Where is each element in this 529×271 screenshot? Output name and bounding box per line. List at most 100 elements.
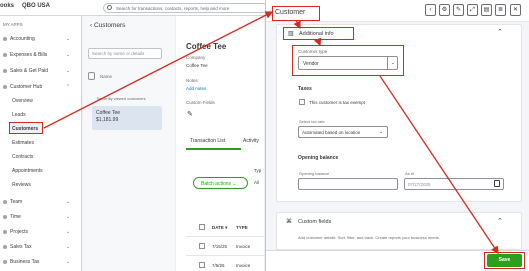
add-notes-link[interactable]: Add notes bbox=[186, 86, 206, 91]
sidebar-item-accounting[interactable]: Accounting ⌄ bbox=[0, 33, 82, 45]
opening-balance-heading: Opening balance bbox=[298, 155, 339, 161]
sort-label[interactable]: Name bbox=[100, 74, 112, 79]
custom-fields-icon: ⌘ bbox=[286, 219, 292, 225]
sidebar-subitem-estimates[interactable]: Estimates bbox=[12, 140, 34, 146]
chevron-up-icon: ⌃ bbox=[66, 84, 71, 90]
customer-name-heading: Coffee Tee bbox=[186, 42, 227, 51]
chevron-down-icon: ⌄ bbox=[66, 259, 71, 265]
tab-transaction-list[interactable]: Transaction List bbox=[190, 138, 225, 144]
taxes-heading: Taxes bbox=[298, 86, 312, 92]
select-all-checkbox[interactable] bbox=[199, 224, 205, 230]
tab-activity[interactable]: Activity bbox=[243, 138, 259, 144]
notes-label: Notes bbox=[186, 78, 198, 83]
chevron-down-icon[interactable]: ⌄ bbox=[387, 56, 398, 70]
document-icon: ▥ bbox=[288, 31, 294, 37]
sidebar-item-sales-tax[interactable]: Sales Tax ⌄ bbox=[0, 241, 82, 253]
projects-icon bbox=[3, 230, 7, 234]
sidebar-subitem-customers[interactable]: Customers bbox=[12, 126, 38, 132]
edit-icon[interactable]: ✎ bbox=[453, 4, 464, 16]
team-icon bbox=[3, 200, 7, 204]
chevron-down-icon: ⌄ bbox=[66, 52, 71, 58]
row-date: 7/15/25 bbox=[212, 244, 228, 249]
notes-icon[interactable]: ≣ bbox=[495, 4, 506, 16]
customer-hub-icon bbox=[3, 85, 7, 89]
customer-type-select[interactable]: Vendor bbox=[298, 56, 398, 70]
custom-fields-section bbox=[276, 212, 522, 250]
chevron-down-icon: ⌄ bbox=[66, 244, 71, 250]
expenses-icon bbox=[3, 53, 7, 57]
tax-exempt-label: This customer is tax exempt bbox=[309, 100, 366, 105]
brand-logo: ooks bbox=[0, 3, 15, 9]
search-icon bbox=[107, 5, 112, 10]
type-filter-label[interactable]: Typ bbox=[254, 168, 261, 173]
recent-customers-label: Recently viewed customers bbox=[97, 96, 146, 101]
global-search-input[interactable]: Search for transactions, contacts, repor… bbox=[103, 3, 268, 13]
settings-icon[interactable]: ⚙ bbox=[439, 4, 450, 16]
row-type: Invoice bbox=[236, 244, 251, 249]
company-label: Company bbox=[186, 55, 206, 60]
row-checkbox[interactable] bbox=[199, 262, 205, 268]
chevron-up-icon[interactable]: ⌃ bbox=[497, 28, 503, 36]
as-of-label: As of bbox=[405, 171, 415, 176]
tax-rate-select[interactable]: Automated based on location bbox=[298, 126, 388, 138]
drawer-title-highlight bbox=[272, 6, 320, 21]
sort-icon[interactable] bbox=[88, 72, 95, 80]
business-tax-icon bbox=[3, 260, 7, 264]
back-icon[interactable]: ‹ bbox=[425, 4, 436, 16]
sidebar-item-expenses[interactable]: Expenses & Bills ⌄ bbox=[0, 49, 82, 61]
back-to-customers-link[interactable]: ‹ Customers bbox=[90, 22, 125, 29]
sidebar-subitem-leads[interactable]: Leads bbox=[12, 112, 26, 118]
row-checkbox[interactable] bbox=[199, 243, 205, 249]
company-value: Coffee Tee bbox=[186, 63, 208, 68]
customer-search-input[interactable]: Search by name or details bbox=[88, 48, 162, 59]
tax-exempt-checkbox[interactable] bbox=[299, 99, 305, 105]
chevron-up-icon[interactable]: ⌃ bbox=[497, 217, 503, 225]
expand-icon[interactable]: ⤢ bbox=[467, 4, 478, 16]
sidebar-item-customer-hub[interactable]: Customer Hub ⌃ bbox=[0, 81, 82, 93]
chevron-down-icon[interactable]: ⌄ bbox=[379, 129, 383, 135]
date-column-header[interactable]: DATE ▾ bbox=[212, 225, 227, 231]
sidebar-subitem-appointments[interactable]: Appointments bbox=[12, 168, 43, 174]
document-icon[interactable]: ▤ bbox=[481, 4, 492, 16]
chevron-down-icon: ⌄ bbox=[66, 214, 71, 220]
sidebar-item-business-tax[interactable]: Business Tax ⌄ bbox=[0, 256, 82, 268]
type-column-header[interactable]: TYPE bbox=[236, 225, 248, 230]
sidebar-subitem-contracts[interactable]: Contracts bbox=[12, 154, 33, 160]
row-divider bbox=[186, 236, 264, 237]
batch-actions-button[interactable]: Batch actions ⌄ bbox=[193, 177, 248, 189]
custom-fields-label: Custom Fields bbox=[186, 100, 215, 105]
row-divider bbox=[186, 255, 264, 256]
sidebar-subitem-overview[interactable]: Overview bbox=[12, 98, 33, 104]
type-filter-value[interactable]: All bbox=[254, 180, 259, 185]
company-name[interactable]: QBO USA bbox=[22, 3, 50, 9]
sidebar-subitem-reviews[interactable]: Reviews bbox=[12, 182, 31, 188]
customer-type-label: Customer type bbox=[298, 49, 328, 54]
save-button[interactable]: Save bbox=[487, 254, 522, 267]
chevron-down-icon: ⌄ bbox=[66, 229, 71, 235]
active-tab-indicator bbox=[186, 148, 241, 150]
tax-rate-label: Select tax rate bbox=[299, 119, 325, 124]
opening-balance-label: Opening balance bbox=[299, 171, 330, 176]
app-window: ooks QBO USA Search for transactions, co… bbox=[0, 0, 529, 271]
my-apps-label: MY APPS bbox=[3, 22, 23, 27]
sales-icon bbox=[3, 69, 7, 73]
recent-customer-balance: $1,181.99 bbox=[96, 117, 119, 123]
time-icon bbox=[3, 215, 7, 219]
chevron-down-icon: ⌄ bbox=[66, 199, 71, 205]
as-of-date-input[interactable]: 07/27/2025 bbox=[404, 178, 504, 190]
opening-balance-input[interactable] bbox=[298, 178, 398, 190]
sidebar-item-sales[interactable]: Sales & Get Paid ⌄ bbox=[0, 65, 82, 77]
recent-customer-name: Coffee Tee bbox=[96, 110, 121, 116]
sidebar-item-projects[interactable]: Projects ⌄ bbox=[0, 226, 82, 238]
row-date: 7/5/25 bbox=[212, 263, 225, 268]
custom-fields-description: Add customer details. Sort, filter, and … bbox=[298, 235, 440, 240]
sidebar-item-team[interactable]: Team ⌄ bbox=[0, 196, 82, 208]
custom-fields-heading[interactable]: Custom fields bbox=[298, 219, 331, 225]
sales-tax-icon bbox=[3, 245, 7, 249]
close-icon[interactable]: ✕ bbox=[510, 4, 521, 16]
additional-info-heading[interactable]: Additional info bbox=[299, 31, 334, 37]
calendar-icon[interactable] bbox=[494, 180, 500, 187]
pencil-icon[interactable]: ✎ bbox=[187, 110, 193, 118]
accounting-icon bbox=[3, 37, 7, 41]
sidebar-item-time[interactable]: Time ⌄ bbox=[0, 211, 82, 223]
